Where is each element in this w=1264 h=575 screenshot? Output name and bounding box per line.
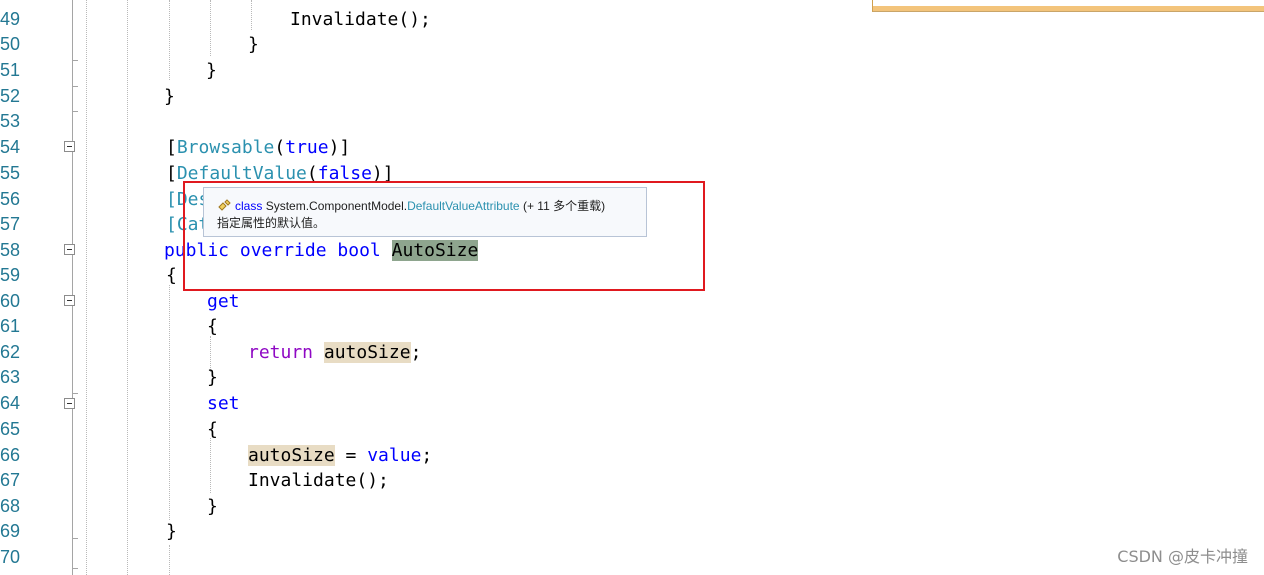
code-line-68: } [207, 494, 218, 520]
line-number: 61 [0, 316, 21, 336]
code-text: } [207, 367, 218, 388]
outline-tick [72, 60, 78, 61]
code-text: } [166, 521, 177, 542]
indent-guide [169, 0, 170, 80]
code-line-51: } [206, 58, 217, 84]
indent-guide [251, 0, 252, 30]
code-line-54: [Browsable(true)] [166, 135, 350, 161]
field-reference[interactable]: autoSize [248, 445, 335, 466]
code-line-63: } [207, 365, 218, 391]
indent-guide [86, 0, 87, 575]
line-number: 62 [0, 342, 21, 362]
line-number: 49 [0, 9, 21, 29]
docked-panel-edge [872, 0, 1264, 12]
line-number: 54 [0, 137, 21, 157]
annotation-highlight-box [183, 181, 705, 291]
line-number: 55 [0, 163, 21, 183]
indent-guide [210, 0, 211, 56]
code-line-52: } [164, 84, 175, 110]
keyword: set [207, 393, 240, 414]
line-number: 57 [0, 214, 21, 234]
line-number: 64 [0, 393, 21, 413]
code-text: [ [166, 163, 177, 184]
line-number: 56 [0, 189, 21, 209]
code-text: { [207, 316, 218, 337]
outline-tick [72, 393, 78, 394]
code-text: ; [421, 445, 433, 466]
code-line-65: { [207, 417, 218, 443]
line-number: 50 [0, 34, 21, 54]
line-number: 59 [0, 265, 21, 285]
code-text: { [166, 265, 177, 286]
code-text: } [164, 86, 175, 107]
code-line-62: return autoSize; [248, 340, 421, 366]
line-number: 67 [0, 470, 21, 490]
code-line-66: autoSize = value; [248, 443, 432, 469]
line-number: 60 [0, 291, 21, 311]
collapse-toggle-line-54[interactable] [64, 141, 75, 152]
collapse-toggle-line-64[interactable] [64, 398, 75, 409]
code-text: { [207, 419, 218, 440]
indent-guide [169, 545, 170, 575]
line-number: 63 [0, 367, 21, 387]
code-line-59: { [166, 263, 177, 289]
line-number: 70 [0, 547, 21, 567]
indent-guide [169, 285, 170, 520]
indent-guide [210, 438, 211, 493]
field-reference[interactable]: autoSize [323, 342, 411, 363]
line-number: 53 [0, 111, 21, 131]
outline-tick [72, 538, 78, 539]
code-text: } [206, 60, 217, 81]
indent-guide [127, 0, 128, 575]
code-line-69: } [166, 519, 177, 545]
collapse-toggle-line-58[interactable] [64, 244, 75, 255]
watermark: CSDN @皮卡冲撞 [1117, 547, 1248, 566]
code-line-49: Invalidate(); [290, 7, 431, 33]
line-number: 69 [0, 521, 21, 541]
line-number: 66 [0, 445, 21, 465]
line-number: 52 [0, 86, 21, 106]
code-text: ; [410, 342, 422, 363]
keyword: value [367, 445, 422, 466]
code-text: Invalidate(); [290, 9, 431, 30]
outline-tick [72, 111, 78, 112]
attribute-name: Browsable [176, 137, 275, 158]
collapse-toggle-line-60[interactable] [64, 295, 75, 306]
code-text: } [248, 34, 259, 55]
line-number: 51 [0, 60, 21, 80]
line-number: 68 [0, 496, 21, 516]
code-line-50: } [248, 32, 259, 58]
code-line-64: set [207, 391, 240, 417]
code-line-60: get [207, 289, 240, 315]
outline-tick [72, 568, 78, 569]
line-number: 58 [0, 240, 21, 260]
code-line-61: { [207, 314, 218, 340]
outline-tick [72, 86, 78, 87]
code-text: ( [274, 137, 286, 158]
code-text: )] [328, 137, 351, 158]
code-text: Invalidate(); [248, 470, 389, 491]
code-line-67: Invalidate(); [248, 468, 389, 494]
code-text: = [334, 445, 368, 466]
keyword: true [285, 137, 329, 158]
keyword: return [248, 342, 314, 363]
code-text: [ [166, 137, 177, 158]
keyword: get [207, 291, 240, 312]
code-text: } [207, 496, 218, 517]
line-number: 65 [0, 419, 21, 439]
